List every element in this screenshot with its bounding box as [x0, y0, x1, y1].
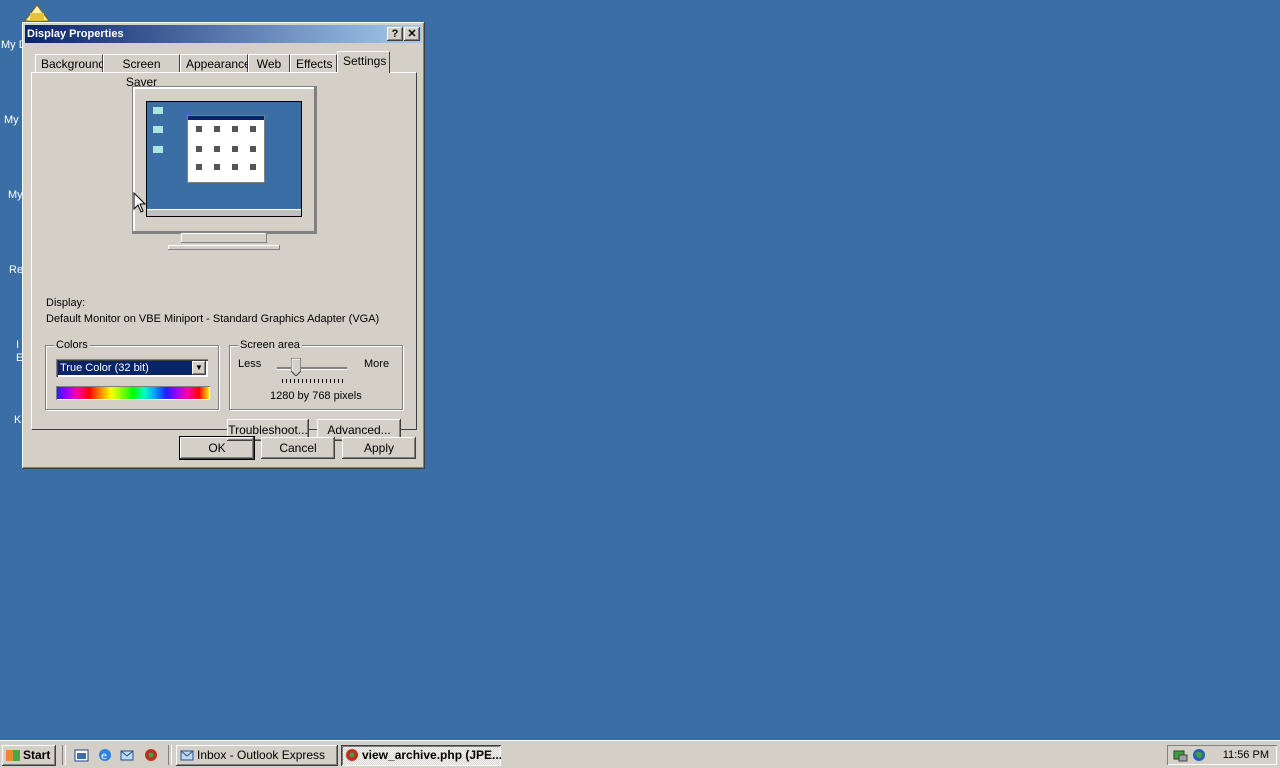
monitor-stand — [181, 233, 267, 243]
tab-screen-saver[interactable]: Screen Saver — [103, 54, 180, 89]
preview-window-thumbnail — [187, 115, 265, 183]
chevron-down-icon[interactable]: ▼ — [192, 361, 206, 375]
taskbar-item-label: view_archive.php (JPE... — [362, 748, 501, 762]
display-label: Display: — [46, 297, 86, 309]
media-player-icon[interactable] — [143, 747, 159, 763]
settings-panel: Display: Default Monitor on VBE Miniport… — [31, 72, 417, 441]
monitor-preview — [133, 87, 316, 233]
screen-area-group-label: Screen area — [238, 339, 302, 351]
windows-logo-icon — [6, 750, 20, 761]
monitor-base — [168, 245, 280, 250]
apply-button[interactable]: Apply — [342, 437, 416, 459]
taskbar-item-label: Inbox - Outlook Express — [197, 748, 326, 762]
slider-ticks — [282, 379, 344, 383]
tray-globe-icon[interactable] — [1191, 747, 1207, 766]
more-label: More — [364, 358, 390, 370]
network-icon[interactable] — [1173, 747, 1189, 766]
mouse-cursor-icon — [133, 191, 147, 214]
colors-group: Colors True Color (32 bit) ▼ — [45, 339, 219, 410]
internet-explorer-icon[interactable]: e — [97, 747, 113, 763]
desktop-icon-label[interactable]: Re — [9, 264, 23, 276]
outlook-express-icon[interactable] — [119, 747, 135, 763]
my-documents-icon[interactable] — [22, 3, 52, 23]
colors-dropdown[interactable]: True Color (32 bit) ▼ — [56, 359, 208, 377]
taskbar: Start e Inbox - Outlook Express view_arc… — [0, 740, 1280, 768]
start-button[interactable]: Start — [2, 745, 56, 766]
color-spectrum-bar — [56, 386, 210, 400]
taskbar-item-outlook-express[interactable]: Inbox - Outlook Express — [176, 745, 338, 766]
title-bar[interactable]: Display Properties ? ✕ — [25, 25, 422, 43]
tab-settings[interactable]: Settings — [337, 51, 390, 73]
close-button[interactable]: ✕ — [404, 27, 420, 41]
desktop-icon-label[interactable]: My — [8, 189, 23, 201]
tab-background[interactable]: Background — [35, 54, 105, 72]
desktop-icon-label[interactable]: My — [4, 114, 19, 126]
browser-icon — [345, 748, 359, 762]
tab-web[interactable]: Web — [248, 54, 290, 72]
preview-screen — [146, 101, 302, 217]
screen-area-slider-track[interactable] — [277, 367, 347, 370]
tab-appearance[interactable]: Appearance — [180, 54, 251, 72]
desktop-icon-label[interactable]: K — [14, 414, 21, 426]
svg-text:e: e — [101, 751, 107, 762]
show-desktop-icon[interactable] — [74, 747, 90, 763]
taskbar-item-view-archive[interactable]: view_archive.php (JPE... — [341, 745, 501, 766]
desktop-icon-label[interactable]: I — [16, 339, 19, 351]
ok-button[interactable]: OK — [180, 437, 254, 459]
help-button[interactable]: ? — [387, 27, 403, 41]
screen-area-slider-thumb[interactable] — [290, 357, 302, 377]
display-adapter-name: Default Monitor on VBE Miniport - Standa… — [46, 313, 380, 325]
tab-effects[interactable]: Effects — [290, 54, 337, 72]
colors-group-label: Colors — [54, 339, 90, 351]
cancel-button[interactable]: Cancel — [261, 437, 335, 459]
outlook-express-icon — [180, 748, 194, 762]
clock[interactable]: 11:56 PM — [1223, 749, 1269, 761]
resolution-text: 1280 by 768 pixels — [270, 390, 362, 402]
system-tray: 11:56 PM — [1167, 745, 1277, 765]
screen-area-group: Screen area Less More 1280 by 768 pixels — [229, 339, 403, 410]
less-label: Less — [238, 358, 262, 370]
display-properties-window: Display Properties ? ✕ Background Screen… — [22, 22, 425, 469]
colors-dropdown-value: True Color (32 bit) — [58, 361, 192, 375]
window-title: Display Properties — [27, 28, 124, 40]
